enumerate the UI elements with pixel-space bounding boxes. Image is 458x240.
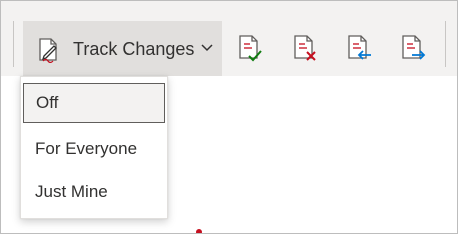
track-changes-icon	[39, 38, 57, 63]
menu-item-just-mine[interactable]: Just Mine	[21, 172, 167, 212]
menu-item-label: For Everyone	[35, 139, 138, 158]
ribbon-separator	[445, 21, 446, 67]
reject-change-icon[interactable]	[290, 34, 320, 64]
chevron-down-icon	[201, 44, 213, 52]
menu-item-label: Just Mine	[35, 182, 108, 201]
document-marker	[196, 229, 202, 233]
ribbon-toolbar: Track Changes	[1, 1, 457, 76]
previous-change-icon[interactable]	[344, 34, 374, 64]
menu-item-for-everyone[interactable]: For Everyone	[21, 129, 167, 169]
track-changes-label: Track Changes	[73, 39, 195, 59]
ribbon-separator	[13, 21, 14, 67]
menu-item-label: Off	[36, 93, 59, 112]
next-change-icon[interactable]	[398, 34, 428, 64]
track-changes-button[interactable]: Track Changes	[23, 21, 222, 76]
accept-change-icon[interactable]	[235, 34, 265, 64]
menu-item-off[interactable]: Off	[23, 83, 165, 123]
track-changes-menu: Off For Everyone Just Mine	[20, 76, 168, 219]
app-window: Track Changes Off For Everyone Just Mine	[0, 0, 458, 234]
